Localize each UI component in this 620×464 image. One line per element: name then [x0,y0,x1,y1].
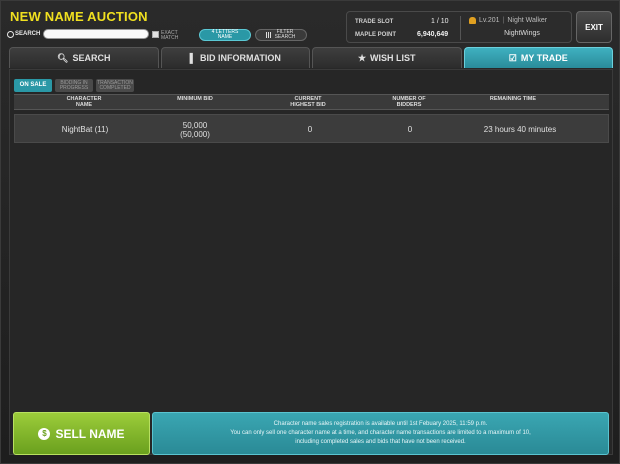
divider [460,16,461,40]
subtab-transaction-completed[interactable]: TRANSACTION COMPLETED [96,79,134,92]
trade-slot-label: TRADE SLOT [355,19,394,25]
column-remaining-time[interactable]: REMAINING TIME [488,96,538,103]
account-info-panel: TRADE SLOT 1 / 10 MAPLE POINT 6,940,649 … [346,11,572,43]
tab-my-trade[interactable]: ☑ MY TRADE [463,47,613,68]
four-letters-name-button[interactable]: 4 LETTERS NAME [199,29,251,41]
check-icon: ☑ [508,52,517,63]
filter-icon [266,32,271,38]
cell-highest-bid: 0 [307,125,313,134]
chart-icon: ▌ [189,53,197,63]
search-icon [7,30,14,38]
tab-bid-information[interactable]: ▌ BID INFORMATION [160,47,310,68]
coin-icon: $ [38,427,51,440]
subtab-bidding-in-progress[interactable]: BIDDING IN PROGRESS [55,79,93,92]
trade-subtabs: ON SALE BIDDING IN PROGRESS TRANSACTION … [14,79,134,92]
page-title: NEW NAME AUCTION [10,9,148,24]
table-row[interactable]: NightBat (11) 50,000 (50,000) 0 0 23 hou… [14,114,609,143]
filter-search-button[interactable]: FILTER SEARCH [255,29,307,41]
tab-search[interactable]: 🔍︎ SEARCH [9,47,159,68]
cell-bidders: 0 [407,125,413,134]
maple-point-label: MAPLE POINT [355,32,397,38]
search-icon: 🔍︎ [57,52,69,63]
exact-match-label: EXACT MATCH [161,30,179,41]
guild-name: NightWings [504,30,540,37]
trade-slot-value: 1 / 10 [431,18,449,25]
notice-box: Character name sales registration is ava… [152,412,609,455]
auction-window: NEW NAME AUCTION SEARCH EXACT MATCH 4 LE… [0,0,620,464]
maple-point-value: 6,940,649 [417,31,449,38]
column-current-highest-bid[interactable]: CURRENT HIGHEST BID [282,96,334,108]
cell-remaining-time: 23 hours 40 minutes [483,125,557,134]
search-label: SEARCH [7,30,40,38]
exit-button[interactable]: EXIT [576,11,612,43]
exact-match-toggle[interactable]: EXACT MATCH [152,31,185,41]
search-input[interactable] [43,29,150,39]
cell-character-name: NightBat (11) [61,125,109,134]
bell-icon [469,17,476,24]
character-level: Lv.201 | Night Walker [469,17,547,24]
main-tabs: 🔍︎ SEARCH ▌ BID INFORMATION ★ WISH LIST … [9,47,613,68]
column-minimum-bid[interactable]: MINIMUM BID [174,96,216,103]
subtab-on-sale[interactable]: ON SALE [14,79,52,92]
tab-wish-list[interactable]: ★ WISH LIST [312,47,462,68]
search-bar: SEARCH [7,29,150,39]
column-number-of-bidders[interactable]: NUMBER OF BIDDERS [384,96,434,108]
exact-match-checkbox[interactable] [152,31,159,38]
column-character-name[interactable]: CHARACTER NAME [58,96,110,108]
star-icon: ★ [357,52,367,63]
cell-minimum-bid: 50,000 (50,000) [180,120,210,139]
table-header: CHARACTER NAME MINIMUM BID CURRENT HIGHE… [14,94,609,110]
sell-name-button[interactable]: $ SELL NAME [13,412,150,455]
